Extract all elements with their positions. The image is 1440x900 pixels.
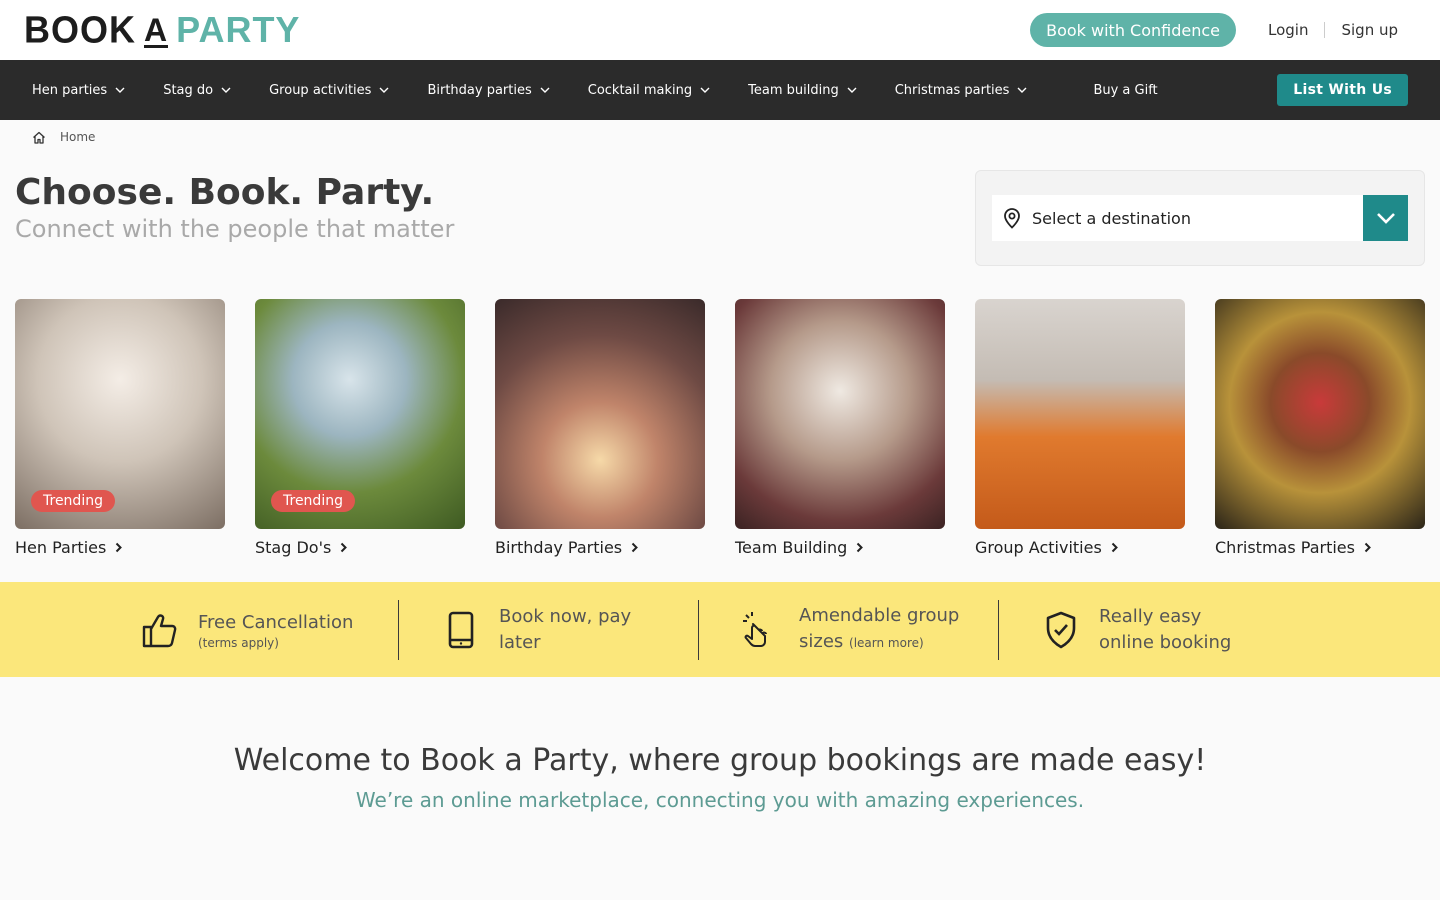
nav-birthday-parties[interactable]: Birthday parties: [427, 83, 550, 98]
feature-pay-later: Book now, pay later: [398, 599, 698, 660]
features-band: Free Cancellation (terms apply) Book now…: [0, 582, 1440, 677]
thumbs-up-icon: [142, 613, 177, 647]
header-actions: Book with Confidence Login Sign up: [1030, 13, 1416, 47]
signup-link[interactable]: Sign up: [1341, 21, 1398, 39]
feature-title: Book now, pay: [499, 605, 632, 627]
chevron-down-icon: [1017, 87, 1027, 93]
learn-more-link[interactable]: (learn more): [849, 636, 924, 650]
nav-cocktail-making[interactable]: Cocktail making: [588, 83, 710, 98]
nav-hen-parties[interactable]: Hen parties: [32, 83, 125, 98]
feature-title: Amendable group: [799, 605, 960, 626]
welcome-section: Welcome to Book a Party, where group boo…: [0, 743, 1440, 812]
feature-amendable-group: Amendable group sizes (learn more): [698, 599, 998, 660]
main-nav: Hen parties Stag do Group activities Bir…: [0, 60, 1440, 120]
hero-text: Choose. Book. Party. Connect with the pe…: [15, 170, 454, 282]
chevron-down-icon: [379, 87, 389, 93]
chevron-right-icon: [631, 542, 639, 553]
stag-dos-image[interactable]: Trending: [255, 299, 465, 529]
book-with-confidence-button[interactable]: Book with Confidence: [1030, 13, 1237, 47]
christmas-parties-image[interactable]: [1215, 299, 1425, 529]
card-hen-parties[interactable]: Trending Hen Parties: [15, 299, 225, 557]
chevron-down-icon: [700, 87, 710, 93]
card-label[interactable]: Stag Do's: [255, 538, 465, 557]
breadcrumb: Home: [0, 120, 1440, 154]
feature-free-cancellation: Free Cancellation (terms apply): [138, 600, 398, 660]
chevron-right-icon: [116, 542, 123, 553]
chevron-down-icon: [1376, 213, 1395, 224]
book-a-party-logo[interactable]: BOOK A PARTY: [24, 11, 300, 49]
welcome-subtitle: We’re an online marketplace, connecting …: [355, 788, 1085, 812]
page-title: Choose. Book. Party.: [15, 172, 435, 213]
feature-note[interactable]: (terms apply): [198, 636, 353, 650]
card-christmas-parties[interactable]: Christmas Parties: [1215, 299, 1425, 557]
card-label[interactable]: Birthday Parties: [495, 538, 705, 557]
card-birthday-parties[interactable]: Birthday Parties: [495, 299, 705, 557]
team-building-image[interactable]: [735, 299, 945, 529]
list-with-us-button[interactable]: List With Us: [1277, 74, 1408, 106]
destination-dropdown-button[interactable]: [1363, 195, 1408, 241]
breadcrumb-home[interactable]: Home: [60, 130, 95, 144]
mobile-phone-icon: [448, 611, 474, 648]
feature-title-line2: later: [499, 631, 541, 653]
nav-stag-do[interactable]: Stag do: [163, 83, 231, 98]
chevron-right-icon: [341, 542, 348, 553]
card-label[interactable]: Group Activities: [975, 538, 1185, 557]
card-label[interactable]: Team Building: [735, 538, 945, 557]
destination-search-panel: Select a destination: [975, 170, 1425, 266]
birthday-parties-image[interactable]: [495, 299, 705, 529]
pointing-hand-icon: [743, 611, 767, 647]
chevron-right-icon: [1111, 542, 1118, 553]
home-icon[interactable]: [32, 131, 46, 144]
chevron-down-icon: [540, 87, 550, 93]
card-label[interactable]: Hen Parties: [15, 538, 225, 557]
card-team-building[interactable]: Team Building: [735, 299, 945, 557]
trending-badge: Trending: [31, 490, 115, 512]
trending-badge: Trending: [271, 490, 355, 512]
login-link[interactable]: Login: [1268, 21, 1308, 39]
feature-title: Really easy: [1099, 605, 1202, 627]
hen-parties-image[interactable]: Trending: [15, 299, 225, 529]
destination-select[interactable]: Select a destination: [992, 195, 1408, 241]
feature-title-line2: sizes: [799, 631, 844, 652]
shield-check-icon: [1046, 611, 1076, 648]
chevron-down-icon: [221, 87, 231, 93]
feature-easy-booking: Really easy online booking: [998, 599, 1298, 660]
card-group-activities[interactable]: Group Activities: [975, 299, 1185, 557]
group-activities-image[interactable]: [975, 299, 1185, 529]
chevron-right-icon: [857, 542, 864, 553]
category-cards: Trending Hen Parties Trending Stag Do's …: [0, 299, 1440, 557]
chevron-down-icon: [847, 87, 857, 93]
page-subtitle: Connect with the people that matter: [15, 215, 455, 243]
divider: [1324, 22, 1326, 38]
card-label[interactable]: Christmas Parties: [1215, 538, 1425, 557]
nav-christmas-parties[interactable]: Christmas parties: [895, 83, 1028, 98]
nav-buy-a-gift[interactable]: Buy a Gift: [1093, 83, 1157, 98]
location-pin-icon: [1004, 208, 1020, 229]
destination-field[interactable]: Select a destination: [992, 195, 1363, 241]
welcome-title: Welcome to Book a Party, where group boo…: [233, 743, 1207, 778]
nav-group-activities[interactable]: Group activities: [269, 83, 389, 98]
feature-title-line2: online booking: [1099, 631, 1232, 653]
feature-title: Free Cancellation: [198, 611, 354, 633]
hero-section: Choose. Book. Party. Connect with the pe…: [0, 170, 1440, 282]
destination-placeholder: Select a destination: [1032, 208, 1191, 228]
chevron-right-icon: [1364, 542, 1371, 553]
chevron-down-icon: [115, 87, 125, 93]
top-header: BOOK A PARTY Book with Confidence Login …: [0, 0, 1440, 60]
nav-team-building[interactable]: Team building: [748, 83, 857, 98]
card-stag-dos[interactable]: Trending Stag Do's: [255, 299, 465, 557]
